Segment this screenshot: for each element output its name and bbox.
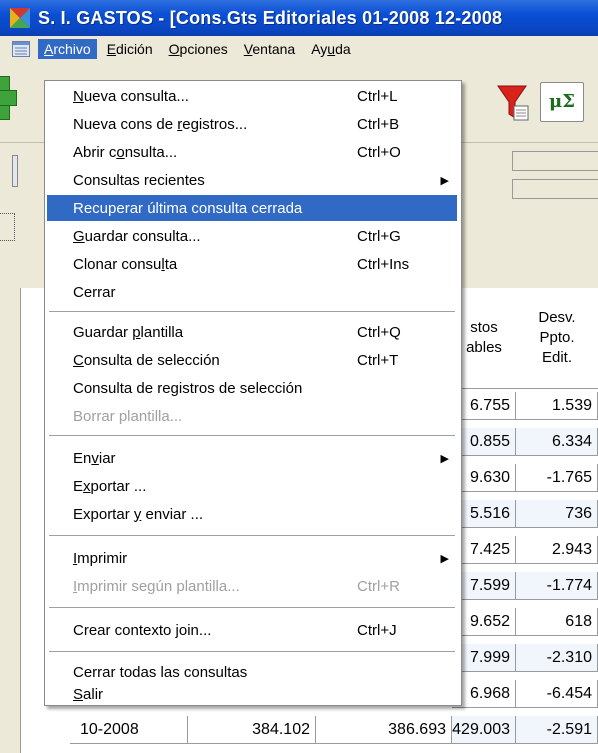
window-title: S. I. GASTOS - [Cons.Gts Editoriales 01-… bbox=[38, 7, 503, 28]
grid-row-header-strip bbox=[0, 288, 21, 753]
save-icon[interactable] bbox=[12, 155, 18, 187]
app-logo-icon bbox=[8, 6, 32, 30]
grid-cell[interactable]: 1.539 bbox=[516, 392, 598, 420]
menuitem-crear-contexto-join[interactable]: Crear contexto join... Ctrl+J bbox=[47, 617, 457, 643]
grid-cell[interactable]: -2.310 bbox=[516, 644, 598, 672]
menu-edicion[interactable]: Edición bbox=[101, 39, 159, 59]
grid-cell[interactable]: -6.454 bbox=[516, 680, 598, 708]
title-bar: S. I. GASTOS - [Cons.Gts Editoriales 01-… bbox=[0, 0, 598, 36]
menu-archivo[interactable]: Archivo bbox=[38, 39, 97, 59]
menuitem-nueva-consulta[interactable]: Nueva consulta... Ctrl+L bbox=[47, 83, 457, 109]
grid-cell[interactable]: -1.765 bbox=[516, 464, 598, 492]
menu-ventana[interactable]: Ventana bbox=[238, 39, 301, 59]
tab-focus[interactable] bbox=[0, 213, 15, 241]
menuitem-guardar-consulta[interactable]: Guardar consulta... Ctrl+G bbox=[47, 223, 457, 249]
menuitem-consultas-recientes[interactable]: Consultas recientes ▶ bbox=[47, 167, 457, 193]
menuitem-cerrar[interactable]: Cerrar bbox=[47, 279, 457, 305]
grid-cell-period[interactable]: 10-2008 bbox=[70, 716, 188, 744]
menuitem-guardar-plantilla[interactable]: Guardar plantilla Ctrl+Q bbox=[47, 319, 457, 345]
menu-opciones[interactable]: Opciones bbox=[163, 39, 234, 59]
menuitem-exportar[interactable]: Exportar ... bbox=[47, 473, 457, 499]
statistics-mu-sigma-icon[interactable]: μΣ bbox=[540, 82, 584, 122]
menu-separator bbox=[49, 535, 455, 536]
menu-separator bbox=[49, 435, 455, 436]
menuitem-nueva-cons-registros[interactable]: Nueva cons de registros... Ctrl+B bbox=[47, 111, 457, 137]
filter-field-2[interactable] bbox=[512, 179, 598, 199]
menuitem-consulta-seleccion[interactable]: Consulta de selección Ctrl+T bbox=[47, 347, 457, 373]
column-header-desv-ppto[interactable]: Desv. Ppto. Edit. bbox=[516, 288, 598, 389]
new-query-plus-icon[interactable] bbox=[0, 76, 17, 120]
grid-cell[interactable]: 2.943 bbox=[516, 536, 598, 564]
menu-separator bbox=[49, 607, 455, 608]
menuitem-consulta-registros-seleccion[interactable]: Consulta de registros de selección bbox=[47, 375, 457, 401]
menuitem-exportar-y-enviar[interactable]: Exportar y enviar ... bbox=[47, 501, 457, 527]
menuitem-imprimir-segun-plantilla: Imprimir según plantilla... Ctrl+R bbox=[73, 577, 400, 595]
menuitem-borrar-plantilla: Borrar plantilla... bbox=[73, 407, 183, 425]
archivo-dropdown-menu: Nueva consulta... Ctrl+L Nueva cons de re… bbox=[44, 80, 462, 706]
grid-cell[interactable]: 736 bbox=[516, 500, 598, 528]
grid-cell[interactable]: -1.774 bbox=[516, 572, 598, 600]
filter-field-1[interactable] bbox=[512, 151, 598, 171]
grid-cell[interactable]: 6.334 bbox=[516, 428, 598, 456]
submenu-arrow-icon: ▶ bbox=[440, 174, 449, 187]
filter-funnel-icon[interactable] bbox=[496, 84, 530, 122]
menu-separator bbox=[49, 311, 455, 312]
menuitem-imprimir[interactable]: Imprimir ▶ bbox=[47, 545, 457, 571]
grid-cell[interactable]: 384.102 bbox=[188, 716, 316, 744]
grid-cell[interactable]: -2.591 bbox=[516, 716, 598, 744]
menu-ayuda[interactable]: Ayuda bbox=[305, 39, 356, 59]
grid-cell[interactable]: 429.003 bbox=[452, 716, 516, 744]
grid-cell[interactable]: 618 bbox=[516, 608, 598, 636]
document-window-icon[interactable] bbox=[12, 41, 30, 57]
menuitem-clonar-consulta[interactable]: Clonar consulta Ctrl+Ins bbox=[47, 251, 457, 277]
grid-cell[interactable]: 386.693 bbox=[316, 716, 452, 744]
menu-separator bbox=[49, 651, 455, 652]
menuitem-abrir-consulta[interactable]: Abrir consulta... Ctrl+O bbox=[47, 139, 457, 165]
menu-bar: Archivo Edición Opciones Ventana Ayuda bbox=[0, 36, 598, 62]
submenu-arrow-icon: ▶ bbox=[440, 452, 449, 465]
menuitem-salir[interactable]: Salir bbox=[47, 681, 457, 707]
submenu-arrow-icon: ▶ bbox=[440, 552, 449, 565]
menuitem-enviar[interactable]: Enviar ▶ bbox=[47, 445, 457, 471]
menuitem-recuperar-ultima-consulta[interactable]: Recuperar última consulta cerrada bbox=[47, 195, 457, 221]
